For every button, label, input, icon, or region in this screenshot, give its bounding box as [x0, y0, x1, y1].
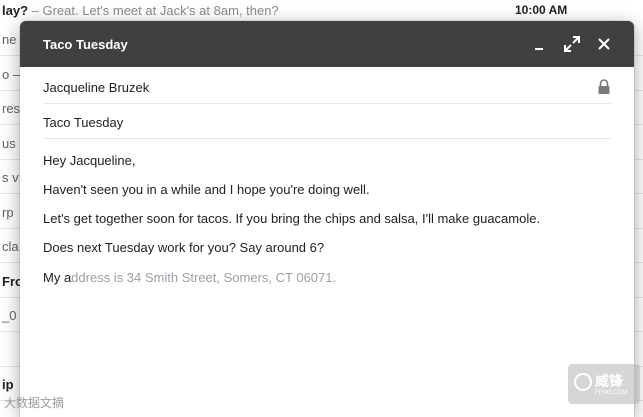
inbox-row-text: o –	[2, 66, 21, 82]
lock-icon[interactable]	[597, 79, 611, 95]
watermark-left: 大数据文摘	[4, 396, 65, 410]
subject-field[interactable]: Taco Tuesday	[43, 104, 611, 139]
inbox-row-top[interactable]: lay? – Great. Let's meet at Jack's at 8a…	[0, 0, 643, 22]
screen: lay? – Great. Let's meet at Jack's at 8a…	[0, 0, 643, 417]
subject-value[interactable]: Taco Tuesday	[43, 115, 123, 130]
typed-text: My a	[43, 270, 72, 285]
inbox-row-time: 10:00 AM	[515, 3, 568, 17]
inbox-row-text: cla	[2, 239, 19, 254]
inbox-snippet-text: – Great. Let's meet at Jack's at 8am, th…	[28, 3, 279, 18]
inbox-row-text: rp	[2, 204, 14, 220]
watermark-logo-subtext: FENG.COM	[595, 390, 628, 396]
minimize-icon[interactable]	[527, 32, 551, 56]
inbox-row-text: res	[2, 101, 21, 116]
body-line-3: Let's get together soon for tacos. If yo…	[43, 211, 541, 226]
inbox-row-text: _0	[2, 308, 17, 323]
compose-title: Taco Tuesday	[43, 37, 128, 52]
inbox-row-text: s v	[2, 170, 19, 185]
watermark-logo-icon	[574, 373, 592, 391]
recipient-chip[interactable]: Jacqueline Bruzek	[43, 80, 149, 95]
watermark-logo-text: 威锋	[595, 373, 623, 389]
body-line-4: Does next Tuesday work for you? Say arou…	[43, 240, 325, 255]
close-icon[interactable]	[592, 32, 616, 56]
to-field[interactable]: Jacqueline Bruzek	[43, 69, 611, 104]
compose-window: Taco Tuesday Jacqueline Bruzek Taco Tues…	[20, 21, 634, 417]
expand-icon[interactable]	[560, 32, 584, 56]
body-line-greeting: Hey Jacqueline,	[43, 153, 136, 168]
inbox-row-text: ip	[2, 377, 14, 392]
body-line-2: Haven't seen you in a while and I hope y…	[43, 182, 370, 197]
inbox-row-text: ne	[2, 32, 17, 47]
inbox-subject-text: lay?	[2, 3, 29, 18]
inbox-row-text: us	[2, 135, 16, 151]
smart-compose-suggestion[interactable]: ddress is 34 Smith Street, Somers, CT 06…	[71, 270, 336, 285]
compose-header[interactable]: Taco Tuesday	[20, 21, 634, 67]
watermark-logo: 威锋 FENG.COM	[568, 364, 640, 404]
inbox-row-subject: lay? – Great. Let's meet at Jack's at 8a…	[2, 3, 279, 18]
body-line-typing: My address is 34 Smith Street, Somers, C…	[43, 270, 336, 285]
